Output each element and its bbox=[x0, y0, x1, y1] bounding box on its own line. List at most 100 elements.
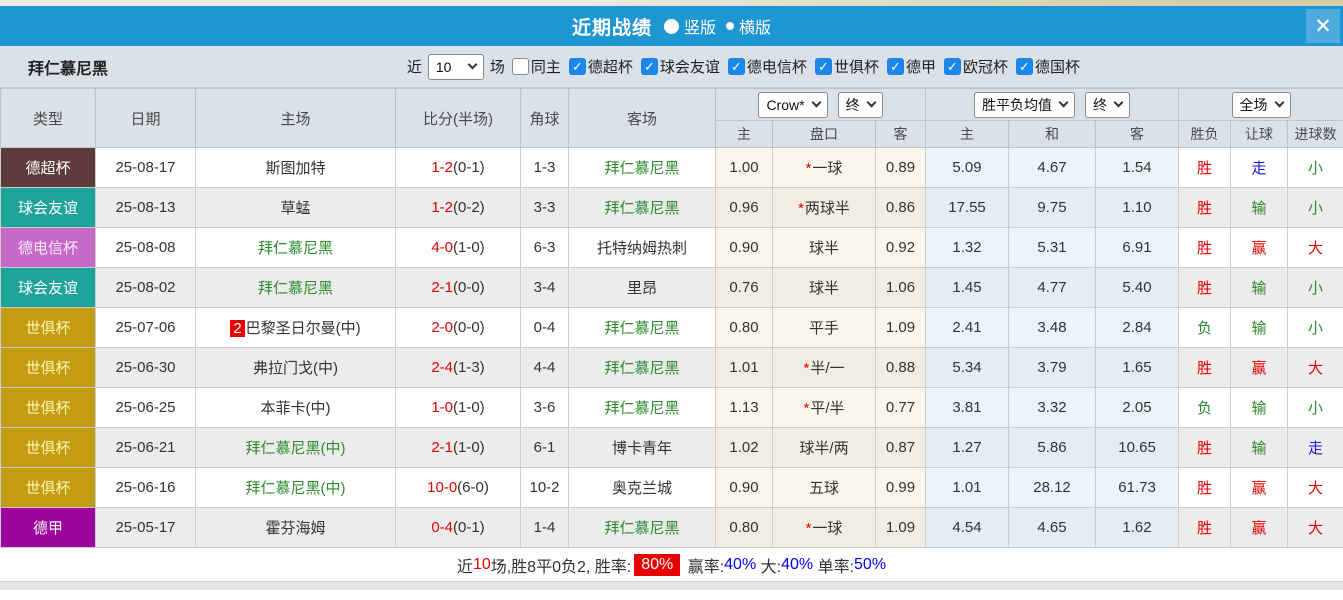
avg-final-value: 终 bbox=[1093, 96, 1108, 113]
score-cell: 2-0(0-0) bbox=[395, 307, 521, 348]
summary-segment: 大: bbox=[756, 558, 782, 576]
corners-cell: 6-3 bbox=[520, 227, 569, 268]
asian-away-odds-cell: 1.06 bbox=[874, 267, 927, 308]
score-cell: 0-4(0-1) bbox=[395, 507, 521, 548]
goals-cell: 小 bbox=[1287, 147, 1343, 188]
summary-segment: 40% bbox=[724, 555, 757, 573]
close-button[interactable]: ✕ bbox=[1306, 9, 1340, 43]
asian-home-odds-cell: 0.80 bbox=[715, 507, 773, 548]
away-team-cell: 拜仁慕尼黑 bbox=[568, 507, 716, 548]
match-date-cell: 25-05-17 bbox=[95, 507, 196, 548]
home-team-cell: 草蜢 bbox=[195, 187, 396, 228]
match-date-cell: 25-06-30 bbox=[95, 347, 196, 388]
goals-cell: 大 bbox=[1287, 467, 1343, 508]
league-3-checkbox[interactable]: ✓ bbox=[814, 58, 832, 75]
avg-win-odds-cell: 5.34 bbox=[925, 347, 1010, 388]
match-count-select[interactable]: 10 bbox=[427, 53, 484, 80]
handicap-line-cell: 球半 bbox=[772, 227, 876, 268]
league-type-cell: 球会友谊 bbox=[0, 267, 96, 308]
asian-home-odds-cell: 0.96 bbox=[715, 187, 773, 228]
avg-win-odds-cell: 3.81 bbox=[925, 387, 1010, 428]
score-cell: 1-0(1-0) bbox=[395, 387, 521, 428]
result-cell: 胜 bbox=[1178, 147, 1232, 188]
avg-odds-select[interactable]: 胜平负均值 bbox=[974, 91, 1076, 118]
table-row: 世俱杯 25-06-25 本菲卡(中) 1-0(1-0) 3-6 拜仁慕尼黑 1.13 *平/… bbox=[0, 387, 1343, 428]
league-1-checkbox[interactable]: ✓ bbox=[640, 58, 658, 75]
table-row: 德电信杯 25-08-08 拜仁慕尼黑 4-0(1-0) 6-3 托特纳姆热刺 0.90 球半… bbox=[0, 227, 1343, 268]
corners-cell: 3-4 bbox=[520, 267, 569, 308]
filter-bar: 拜仁慕尼黑 近 10 场 同主 ✓ 德超杯 ✓ 球会友谊 ✓ 德电信杯 ✓ 世俱杯 ✓ 德甲 ✓ 欧冠杯… bbox=[0, 46, 1343, 88]
handicap-result-cell: 赢 bbox=[1230, 507, 1289, 548]
summary-segment: 50% bbox=[854, 555, 887, 573]
handicap-result-cell: 赢 bbox=[1230, 347, 1289, 388]
summary-segment: 80% bbox=[634, 553, 681, 576]
period-select[interactable]: 全场 bbox=[1231, 91, 1291, 118]
avg-lose-odds-cell: 10.65 bbox=[1095, 427, 1180, 468]
avg-final-select[interactable]: 终 bbox=[1085, 91, 1131, 118]
league-4-label: 德甲 bbox=[905, 59, 936, 76]
asian-final-select[interactable]: 终 bbox=[837, 91, 883, 118]
handicap-line-cell: *半/一 bbox=[772, 347, 876, 388]
league-5-checkbox[interactable]: ✓ bbox=[943, 58, 961, 75]
radio-horizontal-layout[interactable]: 横版 bbox=[726, 14, 771, 38]
avg-lose-odds-cell: 1.54 bbox=[1095, 147, 1180, 188]
same-home-checkbox[interactable] bbox=[511, 58, 529, 75]
close-icon: ✕ bbox=[1314, 14, 1332, 38]
asian-home-odds-cell: 0.76 bbox=[715, 267, 773, 308]
avg-win-odds-cell: 5.09 bbox=[925, 147, 1010, 188]
asian-away-odds-cell: 0.99 bbox=[874, 467, 927, 508]
corners-cell: 4-4 bbox=[520, 347, 569, 388]
avg-draw-odds-cell: 5.31 bbox=[1008, 227, 1097, 268]
asian-home-odds-cell: 1.13 bbox=[715, 387, 773, 428]
league-2-label: 德电信杯 bbox=[746, 59, 807, 76]
bookmaker-select[interactable]: Crow* bbox=[758, 91, 828, 118]
col-header-home: 主场 bbox=[195, 88, 396, 148]
match-date-cell: 25-08-02 bbox=[95, 267, 196, 308]
col-header-away: 客场 bbox=[568, 88, 716, 148]
result-cell: 负 bbox=[1178, 307, 1232, 348]
league-2-checkbox[interactable]: ✓ bbox=[727, 58, 745, 75]
goals-cell: 走 bbox=[1287, 427, 1343, 468]
col-header-date: 日期 bbox=[95, 88, 196, 148]
corners-cell: 3-3 bbox=[520, 187, 569, 228]
handicap-result-cell: 赢 bbox=[1230, 227, 1289, 268]
sub-header-result: 胜负 bbox=[1178, 120, 1232, 148]
league-3-label: 世俱杯 bbox=[833, 59, 879, 76]
asian-home-odds-cell: 1.02 bbox=[715, 427, 773, 468]
asian-home-odds-cell: 0.90 bbox=[715, 467, 773, 508]
league-type-cell: 德甲 bbox=[0, 507, 96, 548]
match-date-cell: 25-08-08 bbox=[95, 227, 196, 268]
asian-away-odds-cell: 0.88 bbox=[874, 347, 927, 388]
results-tbody: 德超杯 25-08-17 斯图加特 1-2(0-1) 1-3 拜仁慕尼黑 1.00 *一球 0.… bbox=[0, 147, 1343, 548]
handicap-result-cell: 赢 bbox=[1230, 467, 1289, 508]
team-name: 拜仁慕尼黑 bbox=[28, 60, 109, 78]
sub-header-avg-draw: 和 bbox=[1008, 120, 1097, 148]
league-0-checkbox[interactable]: ✓ bbox=[568, 58, 586, 75]
league-type-cell: 世俱杯 bbox=[0, 427, 96, 468]
avg-lose-odds-cell: 1.65 bbox=[1095, 347, 1180, 388]
match-count-value: 10 bbox=[435, 58, 452, 75]
handicap-result-cell: 输 bbox=[1230, 267, 1289, 308]
league-5-label: 欧冠杯 bbox=[962, 59, 1008, 76]
page-title: 近期战绩 bbox=[571, 17, 652, 39]
chevron-down-icon bbox=[1274, 97, 1284, 108]
summary-segment: 场,胜8平0负2, 胜率: bbox=[490, 558, 632, 576]
radio-vertical-layout[interactable]: 竖版 bbox=[663, 14, 716, 38]
league-6-checkbox[interactable]: ✓ bbox=[1015, 58, 1033, 75]
avg-draw-odds-cell: 4.65 bbox=[1008, 507, 1097, 548]
result-cell: 负 bbox=[1178, 387, 1232, 428]
score-cell: 2-1(1-0) bbox=[395, 427, 521, 468]
avg-draw-odds-cell: 4.77 bbox=[1008, 267, 1097, 308]
avg-draw-odds-cell: 5.86 bbox=[1008, 427, 1097, 468]
goals-cell: 大 bbox=[1287, 507, 1343, 548]
summary-segment: 近 bbox=[456, 558, 473, 576]
near-label: 近 bbox=[406, 59, 422, 76]
match-date-cell: 25-07-06 bbox=[95, 307, 196, 348]
goals-cell: 小 bbox=[1287, 187, 1343, 228]
league-4-checkbox[interactable]: ✓ bbox=[886, 58, 904, 75]
results-table: 类型 日期 主场 比分(半场) 角球 客场 Crow* 终 胜平负均值 终 全场… bbox=[0, 88, 1343, 548]
away-team-cell: 博卡青年 bbox=[568, 427, 716, 468]
asian-away-odds-cell: 0.92 bbox=[874, 227, 927, 268]
corners-cell: 1-3 bbox=[520, 147, 569, 188]
result-cell: 胜 bbox=[1178, 347, 1232, 388]
